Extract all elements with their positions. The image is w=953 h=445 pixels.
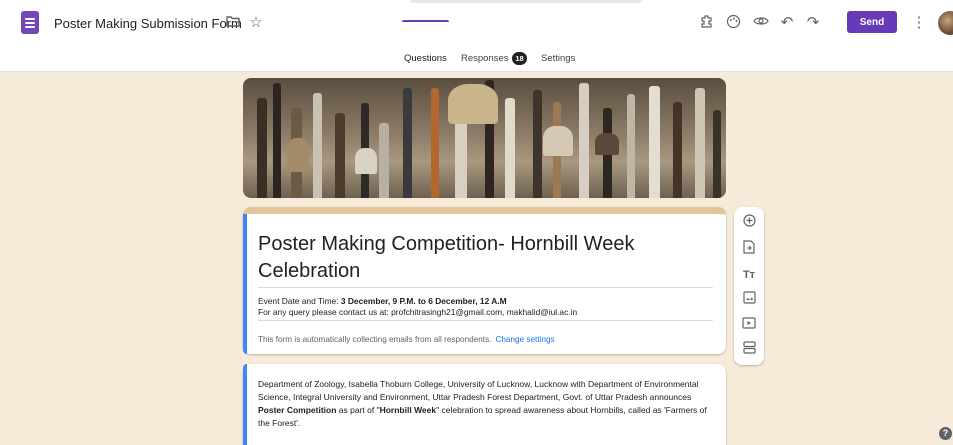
contact-line: For any query please contact us at: prof… (258, 307, 578, 317)
folder-icon[interactable] (224, 14, 242, 32)
info-bold-poster: Poster Competition (258, 405, 337, 415)
active-card-indicator (243, 214, 247, 354)
undo-icon[interactable]: ↶ (778, 14, 796, 32)
header-image (243, 78, 726, 198)
tab-bar: Questions Responses Settings (0, 48, 953, 72)
date-value: 3 December, 9 P.M. to 6 December, 12 A.M (340, 296, 507, 306)
preview-icon[interactable] (752, 14, 770, 32)
add-title-icon[interactable]: Tт (740, 266, 758, 284)
forms-app-icon[interactable] (21, 11, 39, 34)
palette-addon-icon[interactable] (697, 14, 715, 32)
tab-responses[interactable]: Responses (461, 53, 509, 64)
date-prefix: Event Date and Time: (258, 296, 341, 306)
description-text[interactable]: Department of Zoology, Isabella Thoburn … (258, 378, 718, 430)
add-section-icon[interactable] (740, 341, 758, 359)
info-bold-hornbill: Hornbill Week (379, 405, 437, 415)
tab-questions[interactable]: Questions (404, 53, 447, 64)
star-icon[interactable]: ☆ (247, 14, 265, 32)
more-vert-icon[interactable]: ⋮ (910, 14, 928, 32)
add-video-icon[interactable] (740, 316, 758, 334)
email-collection-notice: This form is automatically collecting em… (258, 335, 555, 344)
avatar[interactable] (938, 11, 953, 35)
form-title-card[interactable]: Poster Making Competition- Hornbill Week… (243, 207, 726, 354)
change-settings-link[interactable]: Change settings (495, 335, 554, 344)
help-icon[interactable]: ? (939, 427, 952, 440)
redo-icon[interactable]: ↷ (804, 14, 822, 32)
top-scroll-notch (410, 0, 642, 3)
document-title[interactable]: Poster Making Submission Form (54, 16, 242, 31)
responses-count-badge: 18 (512, 52, 527, 65)
info-text-part2: as part of " (336, 405, 380, 415)
import-questions-icon[interactable] (740, 240, 758, 258)
tab-settings[interactable]: Settings (541, 53, 575, 64)
card-left-indicator (243, 364, 247, 445)
add-image-icon[interactable] (740, 291, 758, 309)
info-text-part1: Department of Zoology, Isabella Thoburn … (258, 379, 699, 402)
form-title[interactable]: Poster Making Competition- Hornbill Week… (258, 231, 713, 285)
collecting-notice-text: This form is automatically collecting em… (258, 335, 492, 344)
side-toolbar: Tт (734, 207, 764, 365)
form-description[interactable]: Event Date and Time: 3 December, 9 P.M. … (258, 296, 713, 318)
title-underline (258, 287, 713, 288)
add-question-icon[interactable] (740, 214, 758, 232)
active-tab-indicator (402, 20, 449, 22)
description-card[interactable]: Department of Zoology, Isabella Thoburn … (243, 364, 726, 445)
send-button[interactable]: Send (847, 11, 897, 33)
customize-theme-icon[interactable] (724, 14, 742, 32)
description-underline (258, 320, 713, 321)
